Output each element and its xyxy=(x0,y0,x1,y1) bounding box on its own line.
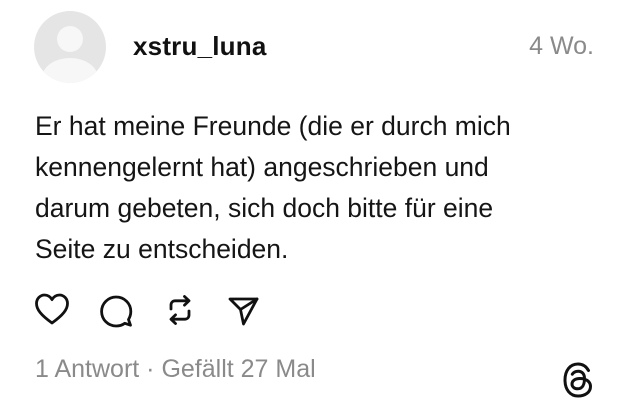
comment-bubble-icon[interactable] xyxy=(98,292,134,328)
avatar-placeholder-head xyxy=(57,26,83,52)
send-arrow-icon[interactable] xyxy=(226,292,262,328)
post-text: Er hat meine Freunde (die er durch mich … xyxy=(35,111,511,264)
post-timestamp[interactable]: 4 Wo. xyxy=(529,28,594,64)
heart-icon[interactable] xyxy=(34,292,70,328)
post-stats[interactable]: 1 Antwort · Gefällt 27 Mal xyxy=(35,351,316,387)
previous-post-fragment xyxy=(140,0,250,3)
avatar[interactable] xyxy=(34,11,106,83)
post-card: xstru_luna 4 Wo. Er hat meine Freunde (d… xyxy=(0,0,622,418)
username-link[interactable]: xstru_luna xyxy=(133,28,267,64)
repost-arrows-icon[interactable] xyxy=(162,292,198,328)
threads-logo-icon[interactable] xyxy=(561,361,595,399)
avatar-placeholder-body xyxy=(42,58,98,83)
